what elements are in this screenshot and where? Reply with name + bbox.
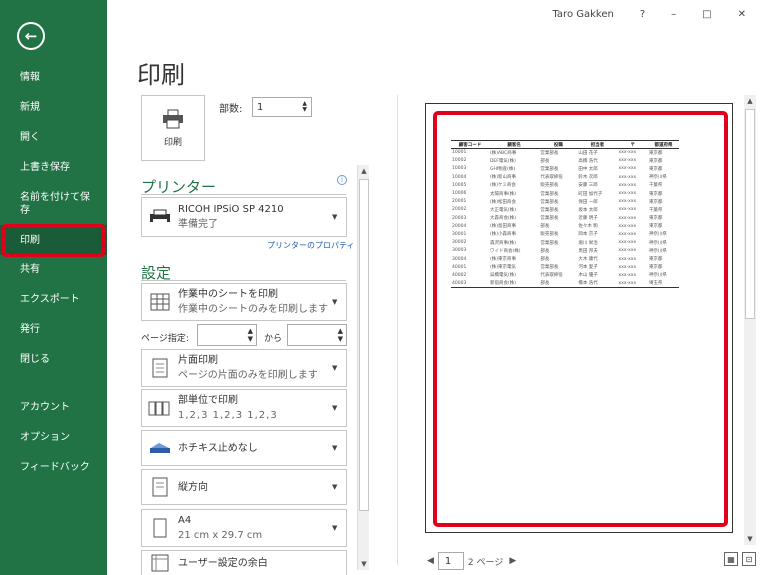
- nav-export[interactable]: エクスポート: [0, 293, 107, 306]
- print-pane: Taro Gakken ? – □ ✕ 印刷 印刷 部数: 1 ▲ ▼ プリンター…: [107, 0, 760, 575]
- nav-save[interactable]: 上書き保存: [0, 161, 107, 174]
- scroll-down-icon[interactable]: ▼: [358, 558, 370, 570]
- nav-open[interactable]: 開く: [0, 131, 107, 144]
- orientation-select[interactable]: 縦方向 ▼: [141, 469, 347, 505]
- restore-icon[interactable]: □: [702, 9, 711, 20]
- prev-page-icon[interactable]: ◀: [427, 556, 434, 566]
- printer-select[interactable]: RICOH IPSiO SP 4210 準備完了 ▼: [141, 197, 347, 237]
- nav-new[interactable]: 新規: [0, 101, 107, 114]
- collate-main: 部単位で印刷: [178, 395, 238, 406]
- back-arrow-icon[interactable]: ←: [17, 22, 45, 50]
- nav-options[interactable]: オプション: [0, 431, 107, 444]
- highlight-outline: [433, 111, 728, 527]
- divider: [141, 280, 346, 281]
- margins-main: ユーザー設定の余白: [178, 557, 268, 569]
- print-button-label: 印刷: [163, 137, 182, 148]
- scroll-up-icon[interactable]: ▲: [744, 95, 756, 107]
- printer-status: 準備完了: [178, 219, 218, 230]
- print-scope-select[interactable]: 作業中のシートを印刷 作業中のシートのみを印刷します ▼: [141, 283, 347, 321]
- nav-close[interactable]: 閉じる: [0, 353, 107, 366]
- page-from-input[interactable]: ▲ ▼: [197, 324, 257, 346]
- pages-label: ページ指定:: [141, 334, 189, 344]
- paper-size-select[interactable]: A4 21 cm x 29.7 cm ▼: [141, 509, 347, 547]
- paper-sub: 21 cm x 29.7 cm: [178, 530, 263, 541]
- pane-divider: [397, 95, 398, 565]
- nav-info[interactable]: 情報: [0, 71, 107, 84]
- printer-name: RICOH IPSiO SP 4210: [178, 204, 284, 215]
- chevron-down-icon: ▼: [332, 404, 338, 412]
- scroll-up-icon[interactable]: ▲: [358, 165, 370, 177]
- sides-sub: ページの片面のみを印刷します: [178, 370, 318, 381]
- scroll-thumb[interactable]: [359, 179, 369, 511]
- page-title: 印刷: [137, 61, 185, 89]
- title-bar: Taro Gakken ? – □ ✕: [526, 0, 760, 28]
- orientation-main: 縦方向: [178, 481, 208, 493]
- next-page-icon[interactable]: ▶: [509, 556, 516, 566]
- user-name[interactable]: Taro Gakken: [552, 9, 613, 20]
- collate-sub: 1,2,3 1,2,3 1,2,3: [178, 410, 278, 421]
- printer-icon: [163, 109, 183, 128]
- nav-feedback[interactable]: フィードバック: [0, 461, 107, 474]
- chevron-down-icon: ▼: [332, 213, 338, 221]
- margins-select[interactable]: ユーザー設定の余白: [141, 550, 347, 575]
- copies-stepper[interactable]: 1 ▲ ▼: [252, 97, 312, 117]
- nav-account[interactable]: アカウント: [0, 401, 107, 414]
- page-number-input[interactable]: 1: [437, 552, 464, 570]
- nav-share[interactable]: 共有: [0, 263, 107, 276]
- sheet-grid-icon: [142, 293, 178, 311]
- divider: [141, 194, 346, 195]
- single-page-icon: [142, 358, 178, 378]
- scope-main: 作業中のシートを印刷: [178, 289, 278, 300]
- chevron-down-icon: ▼: [332, 298, 338, 306]
- page-total: 2 ページ: [467, 557, 504, 568]
- show-margins-icon[interactable]: ▦: [724, 552, 738, 566]
- nav-publish[interactable]: 発行: [0, 323, 107, 336]
- minimize-icon[interactable]: –: [671, 9, 676, 20]
- sides-main: 片面印刷: [178, 355, 218, 366]
- pages-to-label: から: [264, 334, 283, 344]
- margins-icon: [142, 554, 178, 572]
- staple-icon: [142, 441, 178, 455]
- copies-value: 1: [257, 101, 264, 113]
- view-toggle: ▦ ⊡: [720, 552, 756, 566]
- portrait-page-icon: [142, 477, 178, 497]
- settings-scrollbar[interactable]: ▲ ▼: [357, 165, 369, 570]
- scroll-thumb[interactable]: [745, 109, 755, 319]
- chevron-down-icon: ▼: [332, 364, 338, 372]
- page-navigator: ◀ 1 2 ページ ▶: [427, 552, 516, 570]
- sides-select[interactable]: 片面印刷 ページの片面のみを印刷します ▼: [141, 349, 347, 387]
- staple-main: ホチキス止めなし: [178, 442, 258, 454]
- scope-sub: 作業中のシートのみを印刷します: [178, 304, 328, 315]
- staple-select[interactable]: ホチキス止めなし ▼: [141, 430, 347, 466]
- info-icon[interactable]: i: [337, 175, 347, 185]
- spin-arrows-icon[interactable]: ▲ ▼: [302, 101, 307, 113]
- close-icon[interactable]: ✕: [738, 9, 746, 20]
- collate-select[interactable]: 部単位で印刷 1,2,3 1,2,3 1,2,3 ▼: [141, 389, 347, 427]
- preview-scrollbar[interactable]: ▲ ▼: [744, 95, 756, 545]
- backstage-sidebar: ← 情報 新規 開く 上書き保存 名前を付けて保存 印刷 共有 エクスポート 発…: [0, 0, 107, 575]
- chevron-down-icon: ▼: [332, 444, 338, 452]
- zoom-to-page-icon[interactable]: ⊡: [742, 552, 756, 566]
- page-to-input[interactable]: ▲ ▼: [287, 324, 347, 346]
- help-icon[interactable]: ?: [640, 9, 645, 20]
- scroll-down-icon[interactable]: ▼: [744, 533, 756, 545]
- paper-icon: [142, 518, 178, 538]
- copies-label: 部数:: [219, 104, 243, 115]
- paper-main: A4: [178, 515, 192, 526]
- chevron-down-icon: ▼: [332, 524, 338, 532]
- print-button[interactable]: 印刷: [141, 95, 205, 161]
- collate-icon: [142, 399, 178, 417]
- chevron-down-icon: ▼: [332, 483, 338, 491]
- printer-properties-link[interactable]: プリンターのプロパティ: [267, 240, 355, 251]
- printer-device-icon: [142, 209, 178, 225]
- nav-save-as[interactable]: 名前を付けて保存: [0, 191, 90, 217]
- highlight-outline: [2, 224, 105, 257]
